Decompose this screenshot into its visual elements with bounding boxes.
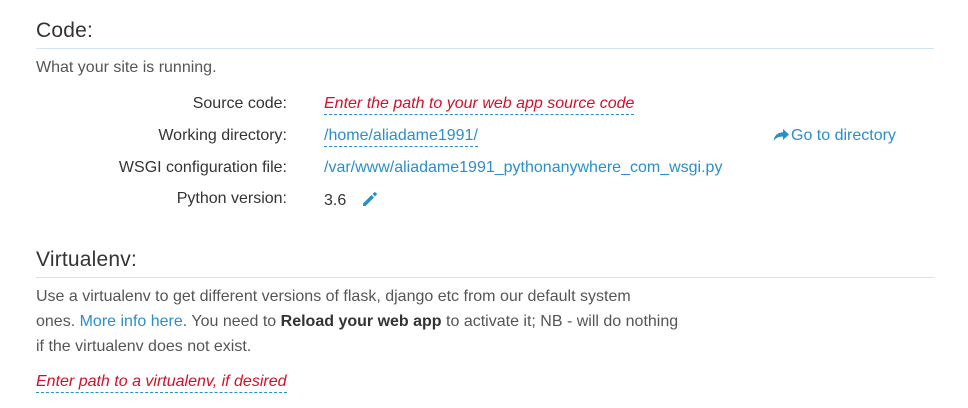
- reload-web-app-emphasis: Reload your web app: [280, 313, 442, 330]
- share-arrow-icon: [773, 129, 789, 141]
- go-to-directory-link[interactable]: Go to directory: [773, 127, 896, 145]
- pencil-icon[interactable]: [361, 190, 379, 213]
- working-directory-label: Working directory:: [158, 127, 287, 144]
- more-info-link[interactable]: More info here: [80, 313, 183, 330]
- virtualenv-description: Use a virtualenv to get different versio…: [36, 284, 678, 359]
- virtualenv-desc-text: . You need to: [182, 313, 277, 330]
- virtualenv-desc-line1: Use a virtualenv to get different versio…: [36, 288, 631, 305]
- code-section-divider: [36, 48, 934, 49]
- code-section-description: What your site is running.: [36, 59, 217, 76]
- go-to-directory-label: Go to directory: [791, 127, 896, 144]
- virtualenv-section-title: Virtualenv:: [36, 248, 138, 271]
- virtualenv-desc-text: to activate it; NB - will do nothing: [446, 313, 679, 330]
- virtualenv-desc-line2: ones. More info here. You need to Reload…: [36, 309, 678, 334]
- webapp-config-panel: Code: What your site is running. Source …: [0, 0, 968, 408]
- python-version-value: 3.6: [324, 192, 347, 209]
- source-code-path-field[interactable]: Enter the path to your web app source co…: [324, 95, 635, 115]
- wsgi-config-file-link[interactable]: /var/www/aliadame1991_pythonanywhere_com…: [324, 159, 722, 176]
- code-section-title: Code:: [36, 19, 94, 42]
- source-code-label: Source code:: [192, 95, 287, 112]
- python-version-label: Python version:: [176, 190, 287, 207]
- virtualenv-section-divider: [36, 277, 934, 278]
- working-directory-field[interactable]: /home/aliadame1991/: [324, 127, 478, 147]
- wsgi-config-label: WSGI configuration file:: [118, 159, 287, 176]
- virtualenv-path-field[interactable]: Enter path to a virtualenv, if desired: [36, 373, 287, 393]
- virtualenv-desc-line3: if the virtualenv does not exist.: [36, 338, 252, 355]
- virtualenv-desc-text: ones.: [36, 313, 76, 330]
